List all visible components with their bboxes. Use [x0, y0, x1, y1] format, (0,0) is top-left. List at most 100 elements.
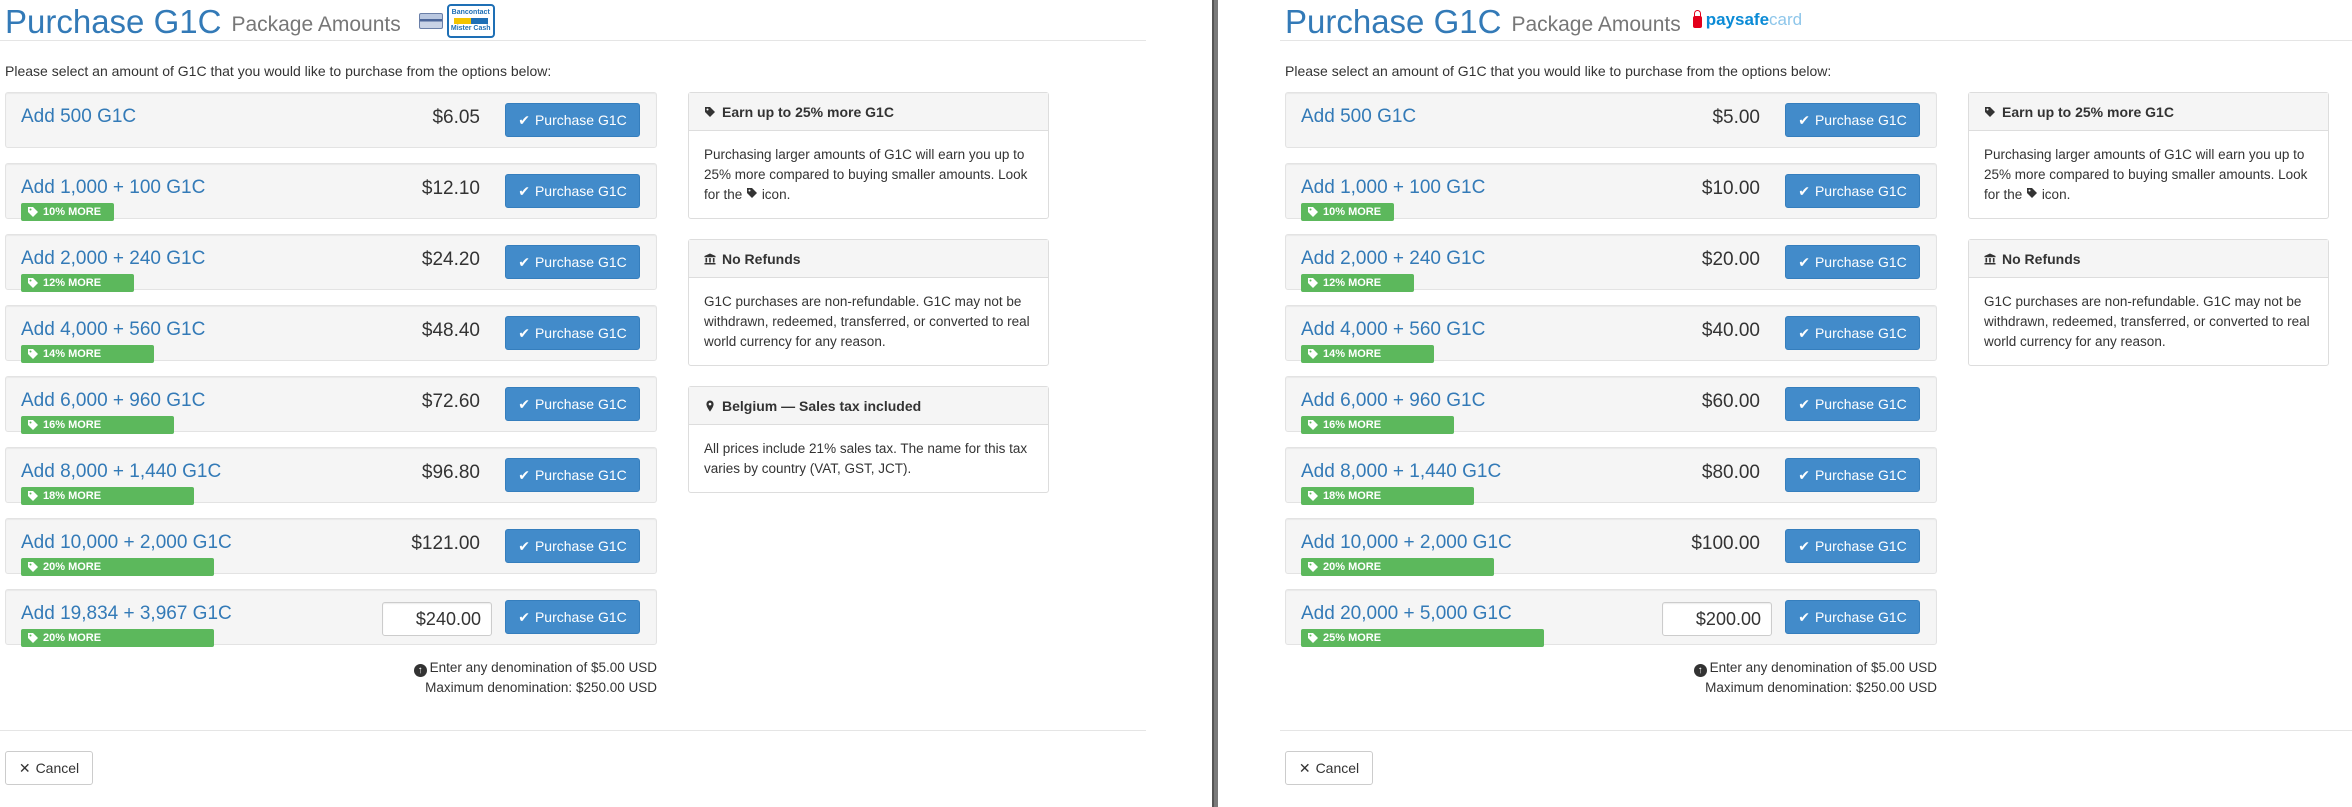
- package-price: $121.00: [411, 533, 480, 554]
- bonus-badge: 20% MORE: [21, 558, 214, 576]
- cancel-button[interactable]: ✕ Cancel: [5, 751, 93, 785]
- bonus-badge: 12% MORE: [21, 274, 134, 292]
- info-box-bonus: Earn up to 25% more G1C Purchasing large…: [1968, 92, 2329, 219]
- purchase-button[interactable]: ✔ Purchase G1C: [1785, 529, 1920, 563]
- info-box-bonus: Earn up to 25% more G1C Purchasing large…: [688, 92, 1049, 219]
- tag-icon: [705, 106, 715, 117]
- package-title-link[interactable]: Add 4,000 + 560 G1C: [21, 319, 205, 341]
- cancel-button[interactable]: ✕ Cancel: [1285, 751, 1373, 785]
- info-sidebar: Earn up to 25% more G1C Purchasing large…: [1968, 92, 2329, 386]
- tag-icon: [1985, 106, 1995, 117]
- package-price: $6.05: [432, 107, 480, 128]
- purchase-button[interactable]: ✔ Purchase G1C: [1785, 245, 1920, 279]
- package-row: Add 8,000 + 1,440 G1C $80.00 ✔ Purchase G…: [1285, 447, 1937, 505]
- purchase-button[interactable]: ✔ Purchase G1C: [505, 600, 640, 634]
- bonus-badge: 14% MORE: [21, 345, 154, 363]
- package-title-link[interactable]: Add 4,000 + 560 G1C: [1301, 319, 1485, 341]
- check-icon: ✔: [518, 324, 530, 341]
- check-icon: ✔: [518, 466, 530, 483]
- purchase-button[interactable]: ✔ Purchase G1C: [1785, 174, 1920, 208]
- package-price: $100.00: [1691, 533, 1760, 554]
- package-title-link[interactable]: Add 8,000 + 1,440 G1C: [21, 461, 221, 483]
- page-subtitle: Package Amounts: [231, 13, 401, 36]
- custom-amount-input[interactable]: [382, 602, 492, 636]
- package-title-link[interactable]: Add 10,000 + 2,000 G1C: [21, 532, 232, 554]
- bonus-badge: 10% MORE: [21, 203, 114, 221]
- check-icon: ✔: [518, 395, 530, 412]
- purchase-button[interactable]: ✔ Purchase G1C: [505, 245, 640, 279]
- info-sidebar: Earn up to 25% more G1C Purchasing large…: [688, 92, 1049, 513]
- tag-icon: [28, 278, 38, 288]
- package-price: $24.20: [421, 249, 480, 270]
- header-divider: [0, 40, 1146, 41]
- bonus-badge: 12% MORE: [1301, 274, 1414, 292]
- bonus-badge: 18% MORE: [21, 487, 194, 505]
- page-subtitle: Package Amounts: [1511, 13, 1681, 36]
- purchase-button[interactable]: ✔ Purchase G1C: [1785, 316, 1920, 350]
- check-icon: ✔: [1798, 253, 1810, 270]
- check-icon: ✔: [1798, 395, 1810, 412]
- package-row: Add 1,000 + 100 G1C $12.10 ✔ Purchase G1C…: [5, 163, 657, 221]
- custom-amount-input[interactable]: [1662, 602, 1772, 636]
- info-box-refunds: No Refunds G1C purchases are non-refunda…: [688, 239, 1049, 366]
- bonus-badge: 20% MORE: [21, 629, 214, 647]
- package-title-link[interactable]: Add 6,000 + 960 G1C: [1301, 390, 1485, 412]
- intro-text: Please select an amount of G1C that you …: [5, 63, 552, 79]
- package-title-link[interactable]: Add 8,000 + 1,440 G1C: [1301, 461, 1501, 483]
- package-price: $72.60: [421, 391, 480, 412]
- lock-icon: [1692, 10, 1702, 28]
- package-title-link[interactable]: Add 1,000 + 100 G1C: [1301, 177, 1485, 199]
- purchase-button[interactable]: ✔ Purchase G1C: [1785, 387, 1920, 421]
- info-box-heading: Earn up to 25% more G1C: [722, 103, 894, 120]
- package-price: $5.00: [1712, 107, 1760, 128]
- intro-text: Please select an amount of G1C that you …: [1285, 63, 1832, 79]
- header-divider: [1280, 40, 2352, 41]
- package-title-link[interactable]: Add 500 G1C: [21, 106, 136, 128]
- package-row: Add 6,000 + 960 G1C $72.60 ✔ Purchase G1C…: [5, 376, 657, 434]
- purchase-button[interactable]: ✔ Purchase G1C: [505, 103, 640, 137]
- package-row: Add 2,000 + 240 G1C $20.00 ✔ Purchase G1C…: [1285, 234, 1937, 292]
- package-title-link[interactable]: Add 19,834 + 3,967 G1C: [21, 603, 232, 625]
- page-title: Purchase G1C: [1285, 3, 1502, 40]
- tag-icon: [28, 491, 38, 501]
- package-title-link[interactable]: Add 10,000 + 2,000 G1C: [1301, 532, 1512, 554]
- check-icon: ✔: [518, 253, 530, 270]
- info-box-heading: Belgium — Sales tax included: [722, 397, 922, 414]
- purchase-button[interactable]: ✔ Purchase G1C: [505, 316, 640, 350]
- bonus-badge: 10% MORE: [1301, 203, 1394, 221]
- purchase-button[interactable]: ✔ Purchase G1C: [505, 529, 640, 563]
- tag-icon: [28, 633, 38, 643]
- package-title-link[interactable]: Add 1,000 + 100 G1C: [21, 177, 205, 199]
- purchase-button[interactable]: ✔ Purchase G1C: [1785, 600, 1920, 634]
- check-icon: ✔: [1798, 324, 1810, 341]
- package-price: $12.10: [421, 178, 480, 199]
- package-title-link[interactable]: Add 2,000 + 240 G1C: [21, 248, 205, 270]
- tag-icon: [28, 349, 38, 359]
- bonus-badge: 20% MORE: [1301, 558, 1494, 576]
- purchase-button[interactable]: ✔ Purchase G1C: [505, 458, 640, 492]
- package-row: Add 1,000 + 100 G1C $10.00 ✔ Purchase G1C…: [1285, 163, 1937, 221]
- package-title-link[interactable]: Add 6,000 + 960 G1C: [21, 390, 205, 412]
- package-row: Add 500 G1C $5.00 ✔ Purchase G1C: [1285, 92, 1937, 148]
- close-icon: ✕: [18, 759, 31, 776]
- header: Purchase G1C Package Amounts paysafe card: [1285, 0, 2352, 40]
- package-price: $10.00: [1701, 178, 1760, 199]
- package-title-link[interactable]: Add 2,000 + 240 G1C: [1301, 248, 1485, 270]
- bancontact-logo: Bancontact Mister Cash: [418, 4, 495, 38]
- check-icon: ✔: [1798, 608, 1810, 625]
- package-title-link[interactable]: Add 20,000 + 5,000 G1C: [1301, 603, 1512, 625]
- purchase-button[interactable]: ✔ Purchase G1C: [505, 387, 640, 421]
- purchase-button[interactable]: ✔ Purchase G1C: [505, 174, 640, 208]
- check-icon: ✔: [1798, 182, 1810, 199]
- check-icon: ✔: [518, 111, 530, 128]
- bancontact-mister-cash-badge: Bancontact Mister Cash: [446, 4, 495, 38]
- credit-card-icon: [418, 13, 443, 29]
- close-icon: ✕: [1298, 759, 1311, 776]
- purchase-button[interactable]: ✔ Purchase G1C: [1785, 103, 1920, 137]
- info-box-heading: No Refunds: [722, 250, 801, 267]
- package-price: $60.00: [1701, 391, 1760, 412]
- bonus-badge: 16% MORE: [1301, 416, 1454, 434]
- package-row-custom: Add 20,000 + 5,000 G1C ✔Purchase G1C 25%…: [1285, 589, 1937, 647]
- package-title-link[interactable]: Add 500 G1C: [1301, 106, 1416, 128]
- purchase-button[interactable]: ✔ Purchase G1C: [1785, 458, 1920, 492]
